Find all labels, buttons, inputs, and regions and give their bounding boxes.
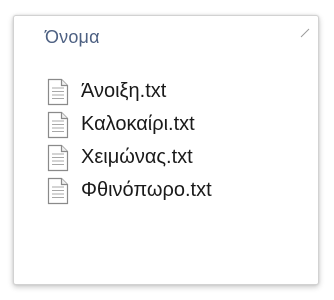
file-name: Άνοιξη.txt [81,80,167,102]
explorer-view: Όνομα Άνοιξη.txt Καλοκαίρι.txt Χειμώνας.… [0,0,334,300]
file-name: Καλοκαίρι.txt [81,113,195,135]
file-item[interactable]: Καλοκαίρι.txt [47,109,212,140]
text-file-icon [47,144,69,171]
text-file-icon [47,111,69,138]
sort-indicator-icon [300,28,310,38]
file-item[interactable]: Άνοιξη.txt [47,76,212,107]
file-item[interactable]: Φθινόπωρο.txt [47,175,212,206]
column-header-name[interactable]: Όνομα [45,27,100,48]
file-list: Άνοιξη.txt Καλοκαίρι.txt Χειμώνας.txt Φθ… [47,76,212,208]
file-item[interactable]: Χειμώνας.txt [47,142,212,173]
text-file-icon [47,177,69,204]
file-name: Χειμώνας.txt [81,146,193,168]
text-file-icon [47,78,69,105]
file-name: Φθινόπωρο.txt [81,179,212,201]
